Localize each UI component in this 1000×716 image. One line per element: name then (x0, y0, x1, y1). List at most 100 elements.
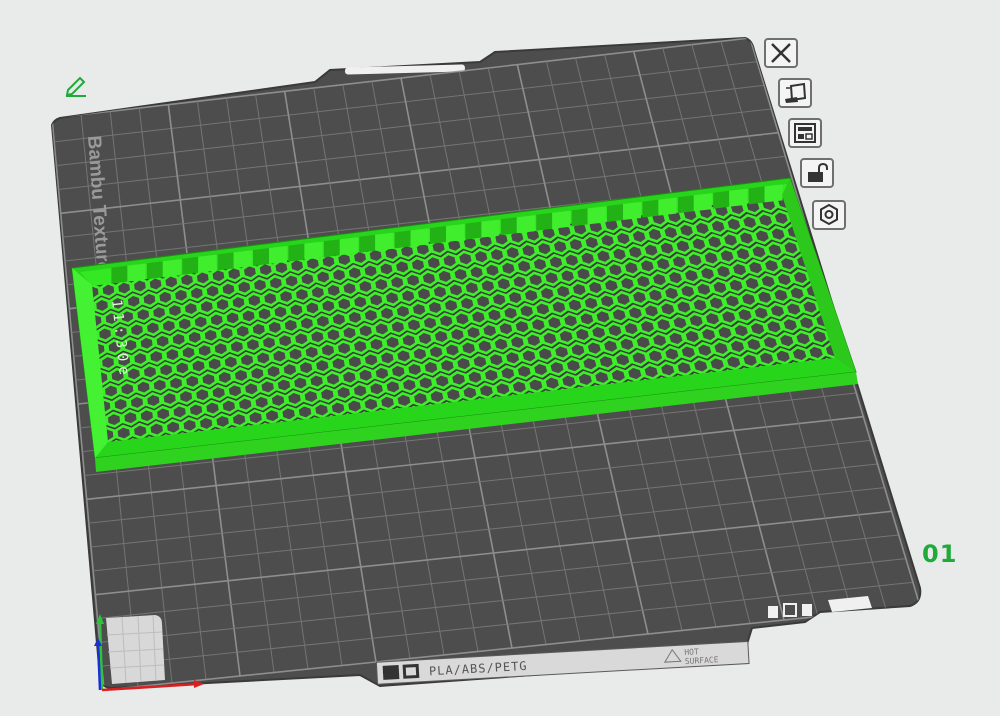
hex-cell (287, 301, 306, 319)
hex-cell (736, 229, 756, 247)
hex-cell (602, 277, 621, 295)
hex-cell (150, 304, 168, 321)
unlock-icon (808, 162, 828, 182)
hex-cell (564, 357, 583, 375)
hex-cell (614, 230, 633, 248)
hex-cell (469, 308, 488, 326)
hex-cell (722, 292, 742, 310)
hex-cell (217, 324, 236, 342)
divider-slot (182, 256, 199, 275)
hex-cell (203, 399, 222, 417)
hex-cell (154, 405, 173, 423)
hex-cell (205, 355, 224, 373)
lock-plate-button[interactable] (800, 158, 834, 188)
divider-slot (465, 221, 482, 240)
hex-cell (367, 291, 386, 309)
hex-cell (275, 376, 294, 394)
hex-cell (755, 288, 775, 306)
hex-cell (592, 368, 612, 386)
hex-cell (449, 370, 468, 388)
hex-cell (522, 287, 541, 304)
auto-orient-button[interactable] (778, 78, 812, 108)
hex-cell (717, 247, 737, 265)
hex-cell (187, 401, 205, 419)
hex-cell (519, 347, 539, 365)
hex-cell (467, 263, 486, 281)
hex-cell (446, 281, 466, 299)
hex-cell (419, 269, 438, 287)
hex-cell (756, 349, 777, 367)
hex-cell (515, 257, 534, 275)
hex-cell (781, 239, 801, 257)
hex-cell (415, 330, 435, 347)
hex-cell (361, 262, 380, 280)
hex-cell (389, 362, 408, 380)
hex-cell (383, 289, 402, 307)
divider-slot (748, 186, 765, 205)
hex-cell (437, 312, 456, 330)
hex-cell (727, 337, 748, 355)
hex-cell (657, 239, 677, 257)
hex-cell (318, 386, 337, 403)
hex-cell (329, 310, 348, 328)
hex-cell (756, 211, 776, 229)
hex-cell (162, 273, 180, 291)
hex-cell (251, 276, 269, 294)
hex-cell (606, 261, 625, 279)
plate-settings-button[interactable] (812, 200, 846, 230)
hex-cell (128, 394, 146, 411)
divider-slot (607, 204, 623, 222)
divider-wall-segment (658, 197, 677, 216)
hex-cell (547, 359, 567, 377)
edit-icon[interactable] (64, 72, 90, 98)
hex-cell (435, 267, 454, 285)
divider-wall-segment (516, 215, 535, 234)
hex-cell (661, 223, 681, 241)
hex-cell (566, 236, 586, 254)
hex-cell (790, 268, 811, 287)
hex-cell (735, 306, 755, 324)
build-plate-viewport[interactable]: Bambu Textured 11:30e PLA/ABS/PETG HOT S… (0, 0, 1000, 716)
hex-cell (213, 296, 232, 313)
origin-tile (106, 614, 165, 684)
hex-cell (279, 405, 298, 423)
plate-number[interactable]: 01 (922, 540, 957, 568)
hex-cell (540, 329, 560, 347)
hex-cell (733, 245, 753, 263)
hex-cell (405, 361, 424, 378)
hex-cell (426, 343, 446, 361)
hex-cell (172, 286, 190, 304)
hex-cell (314, 268, 333, 286)
hot-surface-line2: SURFACE (685, 655, 719, 666)
hex-cell (570, 281, 589, 299)
hex-cell (220, 397, 238, 415)
hex-cell (719, 308, 739, 326)
hex-cell (329, 355, 348, 373)
hex-cell (99, 281, 117, 299)
hex-cell (629, 349, 649, 367)
hex-cell (749, 243, 769, 261)
hex-cell (605, 322, 625, 340)
hex-cell (245, 292, 264, 309)
divider-slot (500, 217, 517, 236)
hex-cell (464, 324, 483, 342)
hex-cell (378, 349, 397, 367)
hex-cell (114, 424, 133, 442)
divider-wall-segment (162, 259, 181, 278)
hex-cell (121, 409, 140, 427)
hex-cell (280, 361, 299, 378)
hex-cell (285, 390, 304, 407)
hex-cell (562, 251, 582, 269)
hex-cell (809, 328, 830, 346)
hex-cell (166, 302, 184, 319)
hex-cell (232, 367, 251, 384)
arrange-button[interactable] (788, 118, 822, 148)
hex-cell (584, 339, 604, 357)
close-plate-button[interactable] (764, 38, 798, 68)
hex-cell (281, 316, 300, 334)
hex-cell (345, 353, 364, 371)
hex-cell (568, 341, 588, 359)
hex-cell (581, 294, 601, 312)
hex-cell (658, 361, 678, 379)
hex-cell (335, 295, 354, 313)
